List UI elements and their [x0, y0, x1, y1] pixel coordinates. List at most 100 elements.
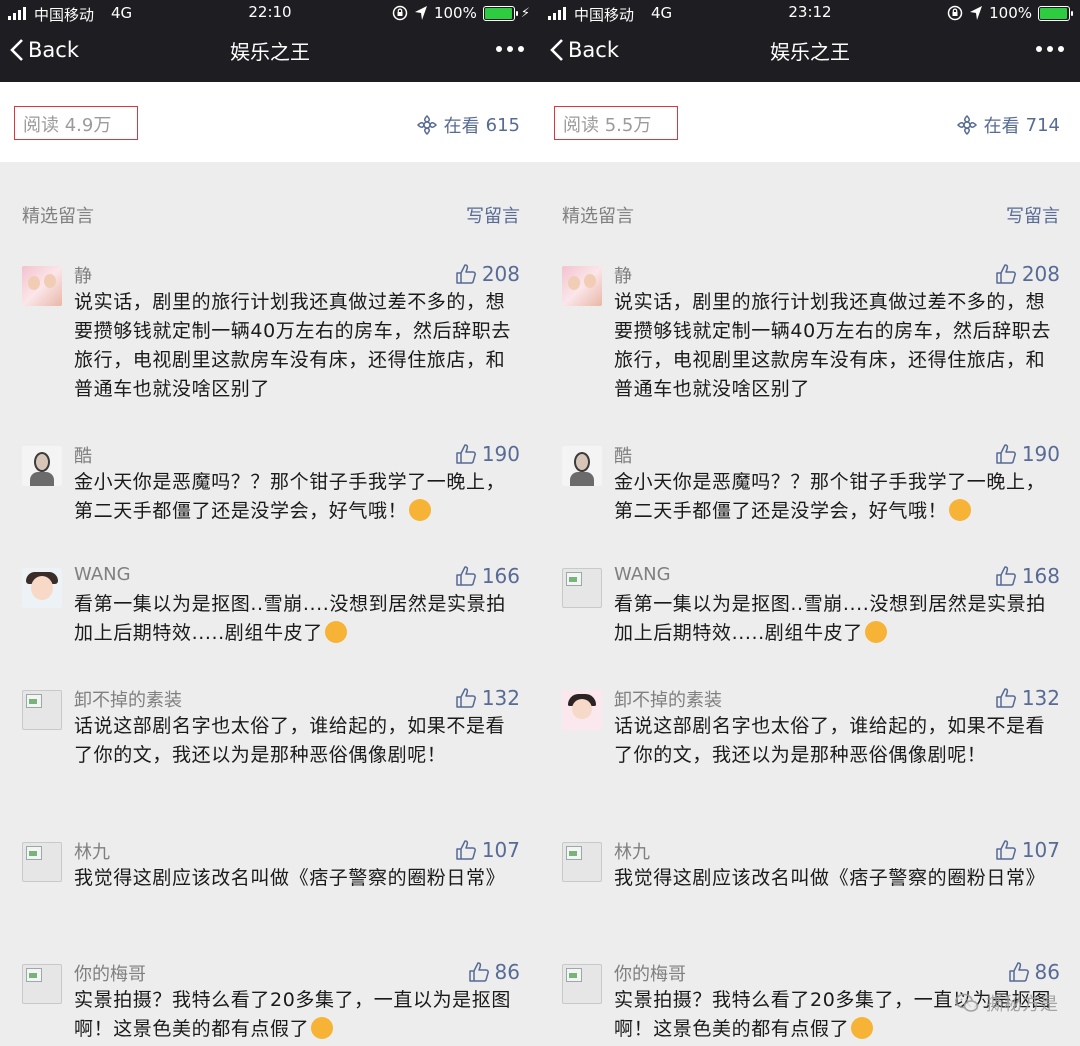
top-bar: 中国移动 4G 23:12 100% Back 娱乐之王 — [540, 0, 1080, 82]
like-count: 208 — [1021, 262, 1060, 286]
like-count: 86 — [494, 960, 520, 984]
comment-author[interactable]: 静 — [74, 262, 92, 288]
thumbs-up-icon — [456, 688, 476, 708]
battery-percent: 100% — [989, 4, 1032, 22]
comment-author[interactable]: 酷 — [614, 442, 632, 468]
watching-count: 714 — [1025, 114, 1060, 136]
avatar[interactable] — [22, 842, 62, 882]
thumbs-up-icon — [996, 264, 1016, 284]
thumbs-up-icon — [456, 566, 476, 586]
watching-button[interactable]: 在看 615 — [416, 112, 520, 138]
avatar[interactable] — [22, 446, 62, 486]
like-button[interactable]: 107 — [456, 838, 520, 862]
avatar[interactable] — [22, 568, 62, 608]
laughing-emoji-icon — [324, 621, 347, 643]
like-button[interactable]: 86 — [1008, 960, 1060, 984]
snail-emoji-icon — [409, 499, 432, 521]
battery-icon — [482, 5, 518, 21]
avatar[interactable] — [562, 446, 602, 486]
like-button[interactable]: 86 — [468, 960, 520, 984]
avatar[interactable] — [22, 690, 62, 730]
comment-text-content: 实景拍摄？我特么看了20多集了，一直以为是抠图啊！这景色美的都有点假了 — [74, 989, 511, 1040]
surprised-emoji-icon — [851, 1017, 874, 1039]
like-button[interactable]: 208 — [456, 262, 520, 286]
more-options-icon[interactable] — [1036, 46, 1064, 52]
avatar[interactable] — [562, 842, 602, 882]
page-title: 娱乐之王 — [770, 40, 850, 64]
comment-author[interactable]: WANG — [74, 564, 131, 585]
watching-icon — [416, 114, 437, 136]
watching-button[interactable]: 在看 714 — [956, 112, 1060, 138]
orientation-lock-icon — [947, 5, 963, 21]
avatar[interactable] — [562, 964, 602, 1004]
comment-text: 金小天你是恶魔吗？？那个钳子手我学了一晚上，第二天手都僵了还是没学会，好气哦！ — [614, 468, 1054, 526]
comments-title: 精选留言 — [22, 206, 94, 227]
thumbs-up-icon — [456, 840, 476, 860]
like-count: 132 — [481, 686, 520, 710]
like-count: 190 — [1021, 442, 1060, 466]
comment-text-content: 金小天你是恶魔吗？？那个钳子手我学了一晚上，第二天手都僵了还是没学会，好气哦！ — [74, 471, 506, 522]
article-stats: 阅读 5.5万 在看 714 — [540, 82, 1080, 162]
comment-text: 看第一集以为是抠图..雪崩....没想到居然是实景拍加上后期特效.....剧组牛… — [74, 590, 514, 648]
battery-percent: 100% — [433, 4, 477, 22]
write-comment-link[interactable]: 写留言 — [466, 202, 520, 228]
thumbs-up-icon — [1008, 962, 1029, 982]
comment-text: 说实话，剧里的旅行计划我还真做过差不多的，想要攒够钱就定制一辆40万左右的房车，… — [614, 291, 1051, 400]
like-button[interactable]: 132 — [996, 686, 1060, 710]
thumbs-up-icon — [996, 688, 1016, 708]
comment-author[interactable]: WANG — [614, 564, 671, 585]
wechat-icon — [955, 993, 979, 1012]
comment-author[interactable]: 酷 — [74, 442, 92, 468]
comments-header: 精选留言 写留言 — [0, 162, 540, 232]
location-icon — [970, 6, 983, 20]
thumbs-up-icon — [456, 264, 476, 284]
nav-bar: Back 娱乐之王 — [0, 28, 540, 82]
watching-label: 在看 — [983, 116, 1020, 137]
read-count: 阅读 5.5万 — [554, 106, 678, 140]
like-button[interactable]: 107 — [996, 838, 1060, 862]
like-button[interactable]: 168 — [996, 564, 1060, 588]
like-button[interactable]: 190 — [996, 442, 1060, 466]
like-button[interactable]: 208 — [996, 262, 1060, 286]
battery-icon — [1038, 5, 1073, 21]
page-title: 娱乐之王 — [230, 40, 310, 64]
comment-author[interactable]: 卸不掉的素装 — [614, 686, 722, 712]
watching-count: 615 — [485, 114, 520, 136]
comment-author[interactable]: 卸不掉的素装 — [74, 686, 182, 712]
more-options-icon[interactable] — [496, 46, 524, 52]
screenshot-left: 中国移动 4G 22:10 100% ⚡ Back 娱乐之王 阅读 4.9万 在… — [0, 0, 540, 1046]
charging-icon: ⚡ — [520, 5, 530, 21]
comment-author[interactable]: 林九 — [74, 838, 110, 864]
comment-author[interactable]: 你的梅哥 — [74, 960, 146, 986]
avatar[interactable] — [22, 964, 62, 1004]
comment-text: 看第一集以为是抠图..雪崩....没想到居然是实景拍加上后期特效.....剧组牛… — [614, 590, 1054, 648]
like-button[interactable]: 166 — [456, 564, 520, 588]
comment-author[interactable]: 静 — [614, 262, 632, 288]
avatar[interactable] — [562, 568, 602, 608]
like-count: 86 — [1034, 960, 1060, 984]
screenshot-right: 中国移动 4G 23:12 100% Back 娱乐之王 阅读 5.5万 在看 … — [540, 0, 1080, 1046]
like-count: 132 — [1021, 686, 1060, 710]
watching-label: 在看 — [443, 116, 480, 137]
comments-header: 精选留言 写留言 — [540, 162, 1080, 232]
like-button[interactable]: 132 — [456, 686, 520, 710]
thumbs-up-icon — [996, 566, 1016, 586]
top-bar: 中国移动 4G 22:10 100% ⚡ Back 娱乐之王 — [0, 0, 540, 82]
avatar[interactable] — [22, 266, 62, 306]
avatar[interactable] — [562, 690, 602, 730]
comment-author[interactable]: 林九 — [614, 838, 650, 864]
like-button[interactable]: 190 — [456, 442, 520, 466]
comment-author[interactable]: 你的梅哥 — [614, 960, 686, 986]
comment-text: 话说这部剧名字也太俗了，谁给起的，如果不是看了你的文，我还以为是那种恶俗偶像剧呢… — [74, 715, 506, 766]
avatar[interactable] — [562, 266, 602, 306]
status-bar: 中国移动 4G 23:12 100% — [540, 0, 1080, 28]
write-comment-link[interactable]: 写留言 — [1006, 202, 1060, 228]
like-count: 168 — [1021, 564, 1060, 588]
comment-text: 实景拍摄？我特么看了20多集了，一直以为是抠图啊！这景色美的都有点假了 — [74, 986, 514, 1044]
thumbs-up-icon — [996, 840, 1016, 860]
orientation-lock-icon — [392, 5, 408, 21]
comments-title: 精选留言 — [562, 206, 634, 227]
comment-text: 我觉得这剧应该改名叫做《痞子警察的圈粉日常》 — [74, 867, 506, 889]
status-bar: 中国移动 4G 22:10 100% ⚡ — [0, 0, 540, 28]
like-count: 208 — [481, 262, 520, 286]
